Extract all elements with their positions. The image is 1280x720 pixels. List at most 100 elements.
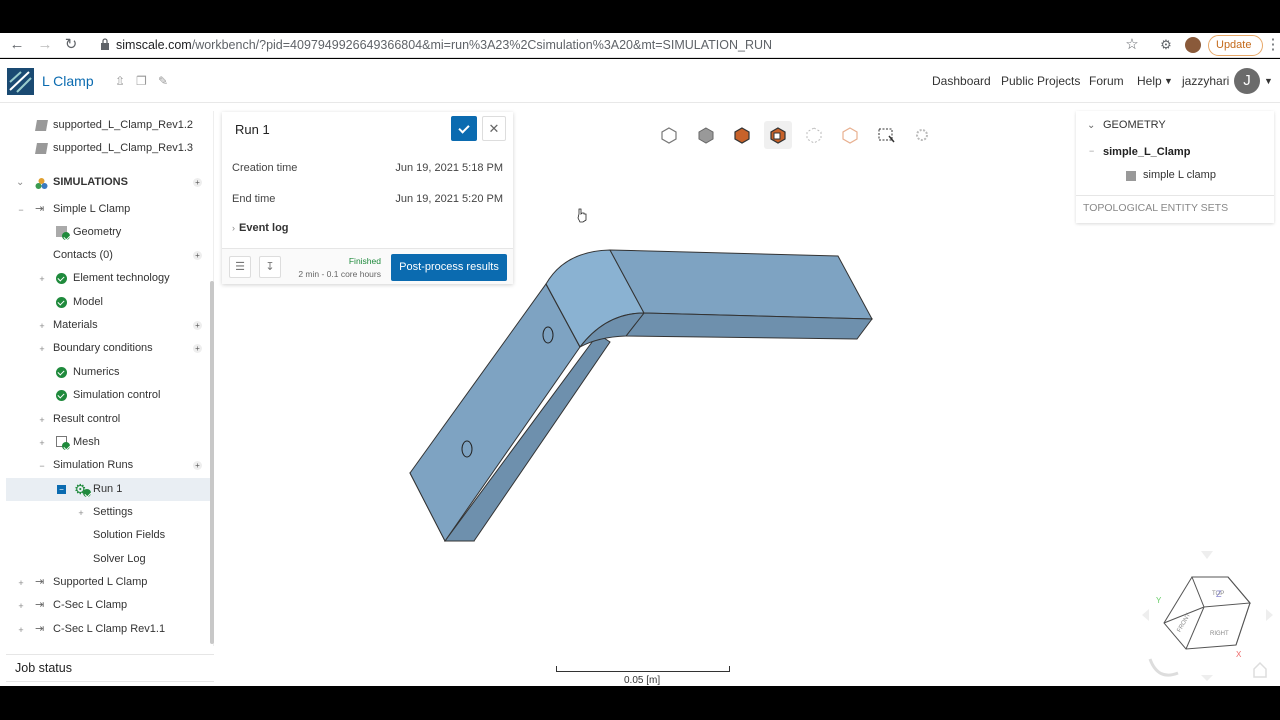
add-simulation-button[interactable]: + <box>193 178 202 187</box>
tree-item-materials[interactable]: + Materials + <box>6 314 210 337</box>
user-avatar[interactable]: J <box>1234 68 1260 94</box>
tree-item-simulation[interactable]: − ⇥ Simple L Clamp <box>6 198 210 221</box>
expand-icon[interactable]: + <box>38 322 46 331</box>
rotate-up-icon[interactable] <box>1201 551 1213 559</box>
tree-item-numerics[interactable]: Numerics <box>6 361 210 384</box>
cursor-icon <box>577 208 587 223</box>
lock-icon <box>101 38 109 50</box>
tree-item-mesh[interactable]: + Mesh <box>6 431 210 454</box>
username[interactable]: jazzyhari <box>1182 74 1229 88</box>
expand-icon[interactable]: + <box>38 439 46 448</box>
expand-icon[interactable]: + <box>17 626 25 635</box>
topological-entity-sets[interactable]: TOPOLOGICAL ENTITY SETS <box>1083 202 1228 214</box>
nav-dashboard[interactable]: Dashboard <box>932 74 991 88</box>
geometry-panel-header: GEOMETRY <box>1103 119 1166 131</box>
part-name[interactable]: simple L clamp <box>1143 169 1216 181</box>
copy-icon[interactable]: ❐ <box>136 74 147 88</box>
reload-icon[interactable]: ↻ <box>62 36 80 54</box>
share-icon[interactable]: ⇫ <box>115 74 125 88</box>
browser-menu-icon[interactable]: ⋮ <box>1264 36 1280 54</box>
update-button[interactable]: Update <box>1208 35 1263 56</box>
tree-item-solution-fields[interactable]: Solution Fields <box>6 524 210 547</box>
tree-item-geometry[interactable]: supported_L_Clamp_Rev1.3 <box>6 137 210 160</box>
add-material-button[interactable]: + <box>193 321 202 330</box>
tree-item-geometry[interactable]: supported_L_Clamp_Rev1.2 <box>6 114 210 137</box>
forward-icon[interactable]: → <box>36 36 54 54</box>
tree-item-solver-log[interactable]: Solver Log <box>6 548 210 571</box>
svg-text:FRONT: FRONT <box>1177 612 1193 633</box>
simulation-icon: ⇥ <box>35 576 45 588</box>
tree-item-contacts[interactable]: Contacts (0) + <box>6 244 210 267</box>
event-log-toggle[interactable]: › Event log <box>232 222 289 234</box>
back-icon[interactable]: ← <box>8 36 26 54</box>
expand-icon[interactable]: + <box>38 416 46 425</box>
browser-toolbar: ← → ↻ simscale.com/workbench/?pid=409794… <box>0 33 1280 58</box>
confirm-button[interactable] <box>451 116 477 141</box>
navigation-cube[interactable]: TOP FRONT RIGHT Z Y X <box>1140 549 1275 684</box>
tree-item-simulation-control[interactable]: Simulation control <box>6 384 210 407</box>
view-selection-icon[interactable] <box>764 121 792 149</box>
simulations-section-header[interactable]: ⌄ SIMULATIONS + <box>6 171 210 194</box>
edit-icon[interactable]: ✎ <box>158 74 168 88</box>
view-wireframe-icon[interactable] <box>655 121 683 149</box>
tree-item-model[interactable]: Model <box>6 291 210 314</box>
job-status-panel[interactable]: Job status <box>6 654 214 682</box>
box-select-icon[interactable] <box>872 121 900 149</box>
view-solid-edges-icon[interactable] <box>728 121 756 149</box>
nav-help[interactable]: Help <box>1137 74 1162 88</box>
creation-time-label: Creation time <box>232 162 298 174</box>
tree-item-simulation[interactable]: + ⇥ C-Sec L Clamp Rev1.1 <box>6 618 210 641</box>
rotate-down-icon[interactable] <box>1201 675 1213 681</box>
expand-icon[interactable]: + <box>38 275 46 284</box>
home-view-icon[interactable] <box>1253 661 1267 678</box>
sidebar-scrollbar[interactable] <box>210 281 214 644</box>
extensions-icon[interactable]: ⚙ <box>1157 36 1175 54</box>
rotate-right-icon[interactable] <box>1266 609 1273 621</box>
tree-item-simulation-runs[interactable]: − Simulation Runs + <box>6 454 210 477</box>
collapse-icon[interactable]: − <box>57 485 66 494</box>
download-icon[interactable]: ↧ <box>259 256 281 278</box>
collapse-icon[interactable]: − <box>17 206 25 215</box>
expand-icon[interactable]: + <box>38 345 46 354</box>
address-bar[interactable]: simscale.com/workbench/?pid=409794992664… <box>116 38 772 52</box>
model-viewport[interactable] <box>380 239 900 559</box>
tree-item-simulation[interactable]: + ⇥ C-Sec L Clamp <box>6 594 210 617</box>
tree-item-boundary-conditions[interactable]: + Boundary conditions + <box>6 337 210 360</box>
collapse-icon[interactable]: − <box>1089 146 1094 156</box>
close-button[interactable]: ✕ <box>482 116 506 141</box>
tree-item-run[interactable]: − ⚙ Run 1 <box>6 478 210 501</box>
tree-item-settings[interactable]: + Settings <box>6 501 210 524</box>
scale-label: 0.05 [m] <box>624 675 661 686</box>
tree-item-geometry-setting[interactable]: Geometry <box>6 221 210 244</box>
expand-icon[interactable]: + <box>77 509 85 518</box>
profile-avatar[interactable] <box>1185 37 1201 53</box>
simscale-logo[interactable] <box>7 68 34 95</box>
nav-forum[interactable]: Forum <box>1089 74 1124 88</box>
chevron-down-icon[interactable]: ⌄ <box>16 178 24 188</box>
rotate-icon[interactable] <box>1148 658 1179 677</box>
tree-item-simulation[interactable]: + ⇥ Supported L Clamp <box>6 571 210 594</box>
add-contact-button[interactable]: + <box>193 251 202 260</box>
add-boundary-condition-button[interactable]: + <box>193 344 202 353</box>
expand-icon[interactable]: + <box>17 602 25 611</box>
tree-item-result-control[interactable]: + Result control <box>6 408 210 431</box>
chevron-down-icon[interactable]: ▼ <box>1264 76 1273 86</box>
add-run-button[interactable]: + <box>193 461 202 470</box>
collapse-icon[interactable]: − <box>38 462 46 471</box>
project-title: L Clamp <box>42 73 94 89</box>
expand-icon[interactable]: + <box>17 579 25 588</box>
nav-public-projects[interactable]: Public Projects <box>1001 74 1080 88</box>
settings-icon[interactable] <box>908 121 936 149</box>
chevron-down-icon[interactable]: ▼ <box>1164 76 1173 86</box>
post-process-button[interactable]: Post-process results <box>391 254 507 281</box>
list-icon[interactable]: ☰ <box>229 256 251 278</box>
bookmark-star-icon[interactable]: ☆ <box>1123 36 1141 54</box>
view-solid-icon[interactable] <box>692 121 720 149</box>
view-points-icon[interactable] <box>800 121 828 149</box>
status-check-icon <box>62 232 70 240</box>
chevron-down-icon[interactable]: ⌄ <box>1087 120 1095 131</box>
tree-item-element-technology[interactable]: + Element technology <box>6 267 210 290</box>
rotate-left-icon[interactable] <box>1142 609 1149 621</box>
view-transparent-icon[interactable] <box>836 121 864 149</box>
part-group[interactable]: simple_L_Clamp <box>1103 146 1190 158</box>
